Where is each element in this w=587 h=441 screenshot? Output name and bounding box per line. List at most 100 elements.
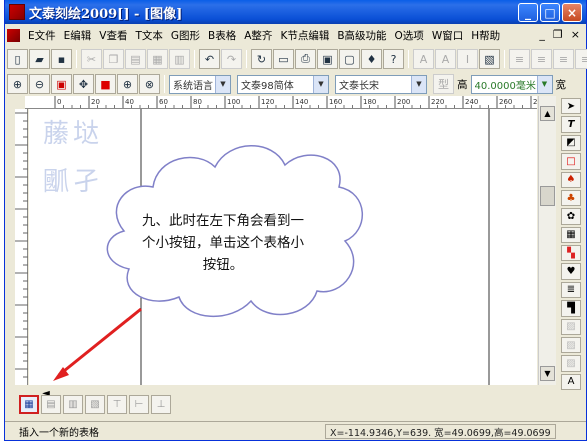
style-select[interactable]: 文泰长宋 ▼ [335, 74, 427, 94]
ruler-label: 260 [499, 98, 512, 106]
cut-output-icon[interactable]: ▣ [317, 49, 338, 69]
ruler-label: 80 [193, 98, 202, 106]
menu-file[interactable]: E文件 [24, 28, 60, 43]
close-button[interactable]: × [562, 3, 582, 22]
menu-advanced[interactable]: B高级功能 [333, 28, 390, 43]
window-title: 文泰刻绘2009[] - [图像] [29, 6, 183, 22]
text-tool-icon[interactable]: T [561, 116, 581, 133]
font-select-value: 文泰98简体 [241, 80, 294, 92]
zoom-in-icon[interactable]: ⊕ [7, 74, 28, 94]
toolbar-separator [76, 50, 77, 68]
chevron-down-icon: ▼ [215, 75, 230, 93]
doc-restore-button[interactable]: ❐ [553, 28, 563, 41]
menu-view[interactable]: V查看 [95, 28, 131, 43]
pan-icon[interactable]: ✥ [73, 74, 94, 94]
ruler-label: 0 [57, 98, 61, 106]
tool-a-icon[interactable]: ▨ [561, 318, 581, 335]
text-tool-2-icon[interactable]: A [435, 49, 456, 69]
font-select[interactable]: 文泰98简体 ▼ [237, 74, 329, 94]
symbol-tool-icon[interactable]: ✿ [561, 208, 581, 225]
redo-icon[interactable]: ↷ [221, 49, 242, 69]
monitor-icon[interactable]: ▢ [339, 49, 360, 69]
menu-window[interactable]: W窗口 [428, 28, 467, 43]
paste-special-icon[interactable]: ▥ [169, 49, 190, 69]
refresh-icon[interactable]: ↻ [251, 49, 272, 69]
title-bar[interactable]: 文泰刻绘2009[] - [图像] _ □ × [5, 0, 586, 24]
text-style-icon[interactable]: A [561, 373, 581, 390]
zoom-page-icon[interactable]: ▣ [51, 74, 72, 94]
cut-icon[interactable]: ✂ [81, 49, 102, 69]
status-bar: 插入一个新的表格 X=-114.9346,Y=639. 宽=49.0699,高=… [5, 421, 586, 440]
frame-icon[interactable]: ▧ [479, 49, 500, 69]
table-cell-button[interactable]: ▤ [41, 395, 61, 414]
shape-tool-icon[interactable]: ♥ [561, 263, 581, 280]
horizontal-ruler: 0 20 40 60 80 100 120 140 160 180 200 220 240 260 280 [25, 96, 537, 109]
color-grid-icon[interactable]: ▚ [561, 245, 581, 262]
menu-edit[interactable]: E编辑 [60, 28, 96, 43]
new-icon[interactable]: ▯ [7, 49, 28, 69]
clone-icon[interactable]: ▦ [147, 49, 168, 69]
standard-toolbar: ▯ ▰ ▪ ✂ ❐ ▤ ▦ ▥ ↶ ↷ ↻ ▭ ⎙ ▣ ▢ ♦ ? A A I … [7, 47, 587, 71]
align-right-icon[interactable]: ≡ [553, 49, 574, 69]
text-tool-1-icon[interactable]: A [413, 49, 434, 69]
rectangle-tool-icon[interactable]: □ [561, 153, 581, 170]
italic-icon[interactable]: I [457, 49, 478, 69]
table-delete-button[interactable]: ⊥ [151, 395, 171, 414]
doc-minimize-button[interactable]: _ [539, 28, 545, 41]
node-edit-icon[interactable]: ◩ [561, 134, 581, 152]
watermark-glyph: 垯 [73, 119, 100, 149]
undo-icon[interactable]: ↶ [199, 49, 220, 69]
copy-icon[interactable]: ❐ [103, 49, 124, 69]
scroll-thumb[interactable] [540, 186, 555, 206]
menu-graphics[interactable]: G图形 [167, 28, 204, 43]
menu-align[interactable]: A整齐 [240, 28, 276, 43]
open-icon[interactable]: ▰ [29, 49, 50, 69]
type-icon[interactable]: 型 [433, 74, 454, 94]
zoom-all-icon[interactable]: ⊗ [139, 74, 160, 94]
page-icon[interactable]: ▭ [273, 49, 294, 69]
tool-c-icon[interactable]: ▨ [561, 355, 581, 372]
minimize-button[interactable]: _ [518, 3, 538, 22]
tip-icon[interactable]: ♦ [361, 49, 382, 69]
align-left-icon[interactable]: ≡ [509, 49, 530, 69]
chevron-down-icon: ▼ [313, 75, 328, 93]
doc-close-button[interactable]: × [571, 28, 580, 41]
tool-b-icon[interactable]: ▨ [561, 336, 581, 354]
paste-icon[interactable]: ▤ [125, 49, 146, 69]
menu-help[interactable]: H帮助 [467, 28, 504, 43]
select-arrow-icon[interactable]: ➤ [561, 98, 581, 115]
table-merge-button[interactable]: ▥ [63, 395, 83, 414]
maximize-button[interactable]: □ [540, 3, 560, 22]
align-center-icon[interactable]: ≡ [531, 49, 552, 69]
table-insert-col-button[interactable]: ⊢ [129, 395, 149, 414]
menu-node-edit[interactable]: K节点编辑 [276, 28, 333, 43]
table-toolbar: ▦ ▤ ▥ ▧ ⊤ ⊢ ⊥ [19, 395, 171, 414]
fill-tool-icon[interactable]: ♠ [561, 171, 581, 188]
ruler-label: 40 [125, 98, 134, 106]
insert-table-button[interactable]: ▦ [19, 395, 39, 414]
list-tool-icon[interactable]: ≣ [561, 281, 581, 299]
table-tool-icon[interactable]: ▦ [561, 226, 581, 243]
ruler-label: 20 [91, 98, 100, 106]
table-insert-row-button[interactable]: ⊤ [107, 395, 127, 414]
ruler-ticks: 0 20 40 60 80 100 120 140 160 180 200 220 240 260 280 [54, 96, 537, 108]
justify-icon[interactable]: ≡ [575, 49, 587, 69]
scroll-down-button[interactable]: ▼ [540, 366, 555, 381]
vertical-scrollbar[interactable]: ▲ ▼ [538, 96, 556, 385]
color-icon[interactable]: ■ [95, 74, 116, 94]
save-icon[interactable]: ▪ [51, 49, 72, 69]
table-split-button[interactable]: ▧ [85, 395, 105, 414]
zoom-out-icon[interactable]: ⊖ [29, 74, 50, 94]
menu-options[interactable]: O选项 [391, 28, 428, 43]
clip-tool-icon[interactable]: ▜ [561, 300, 581, 317]
scroll-up-button[interactable]: ▲ [540, 106, 555, 121]
menu-text[interactable]: T文本 [131, 28, 166, 43]
paint-tool-icon[interactable]: ♣ [561, 189, 581, 207]
zoom-select-icon[interactable]: ⊕ [117, 74, 138, 94]
ruler-label: 180 [363, 98, 376, 106]
menu-table[interactable]: B表格 [204, 28, 240, 43]
help-icon[interactable]: ? [383, 49, 404, 69]
height-input[interactable]: 40.0000毫米 ▼ [470, 74, 553, 94]
language-select[interactable]: 系统语言 ▼ [169, 74, 231, 94]
print-icon[interactable]: ⎙ [295, 49, 316, 69]
